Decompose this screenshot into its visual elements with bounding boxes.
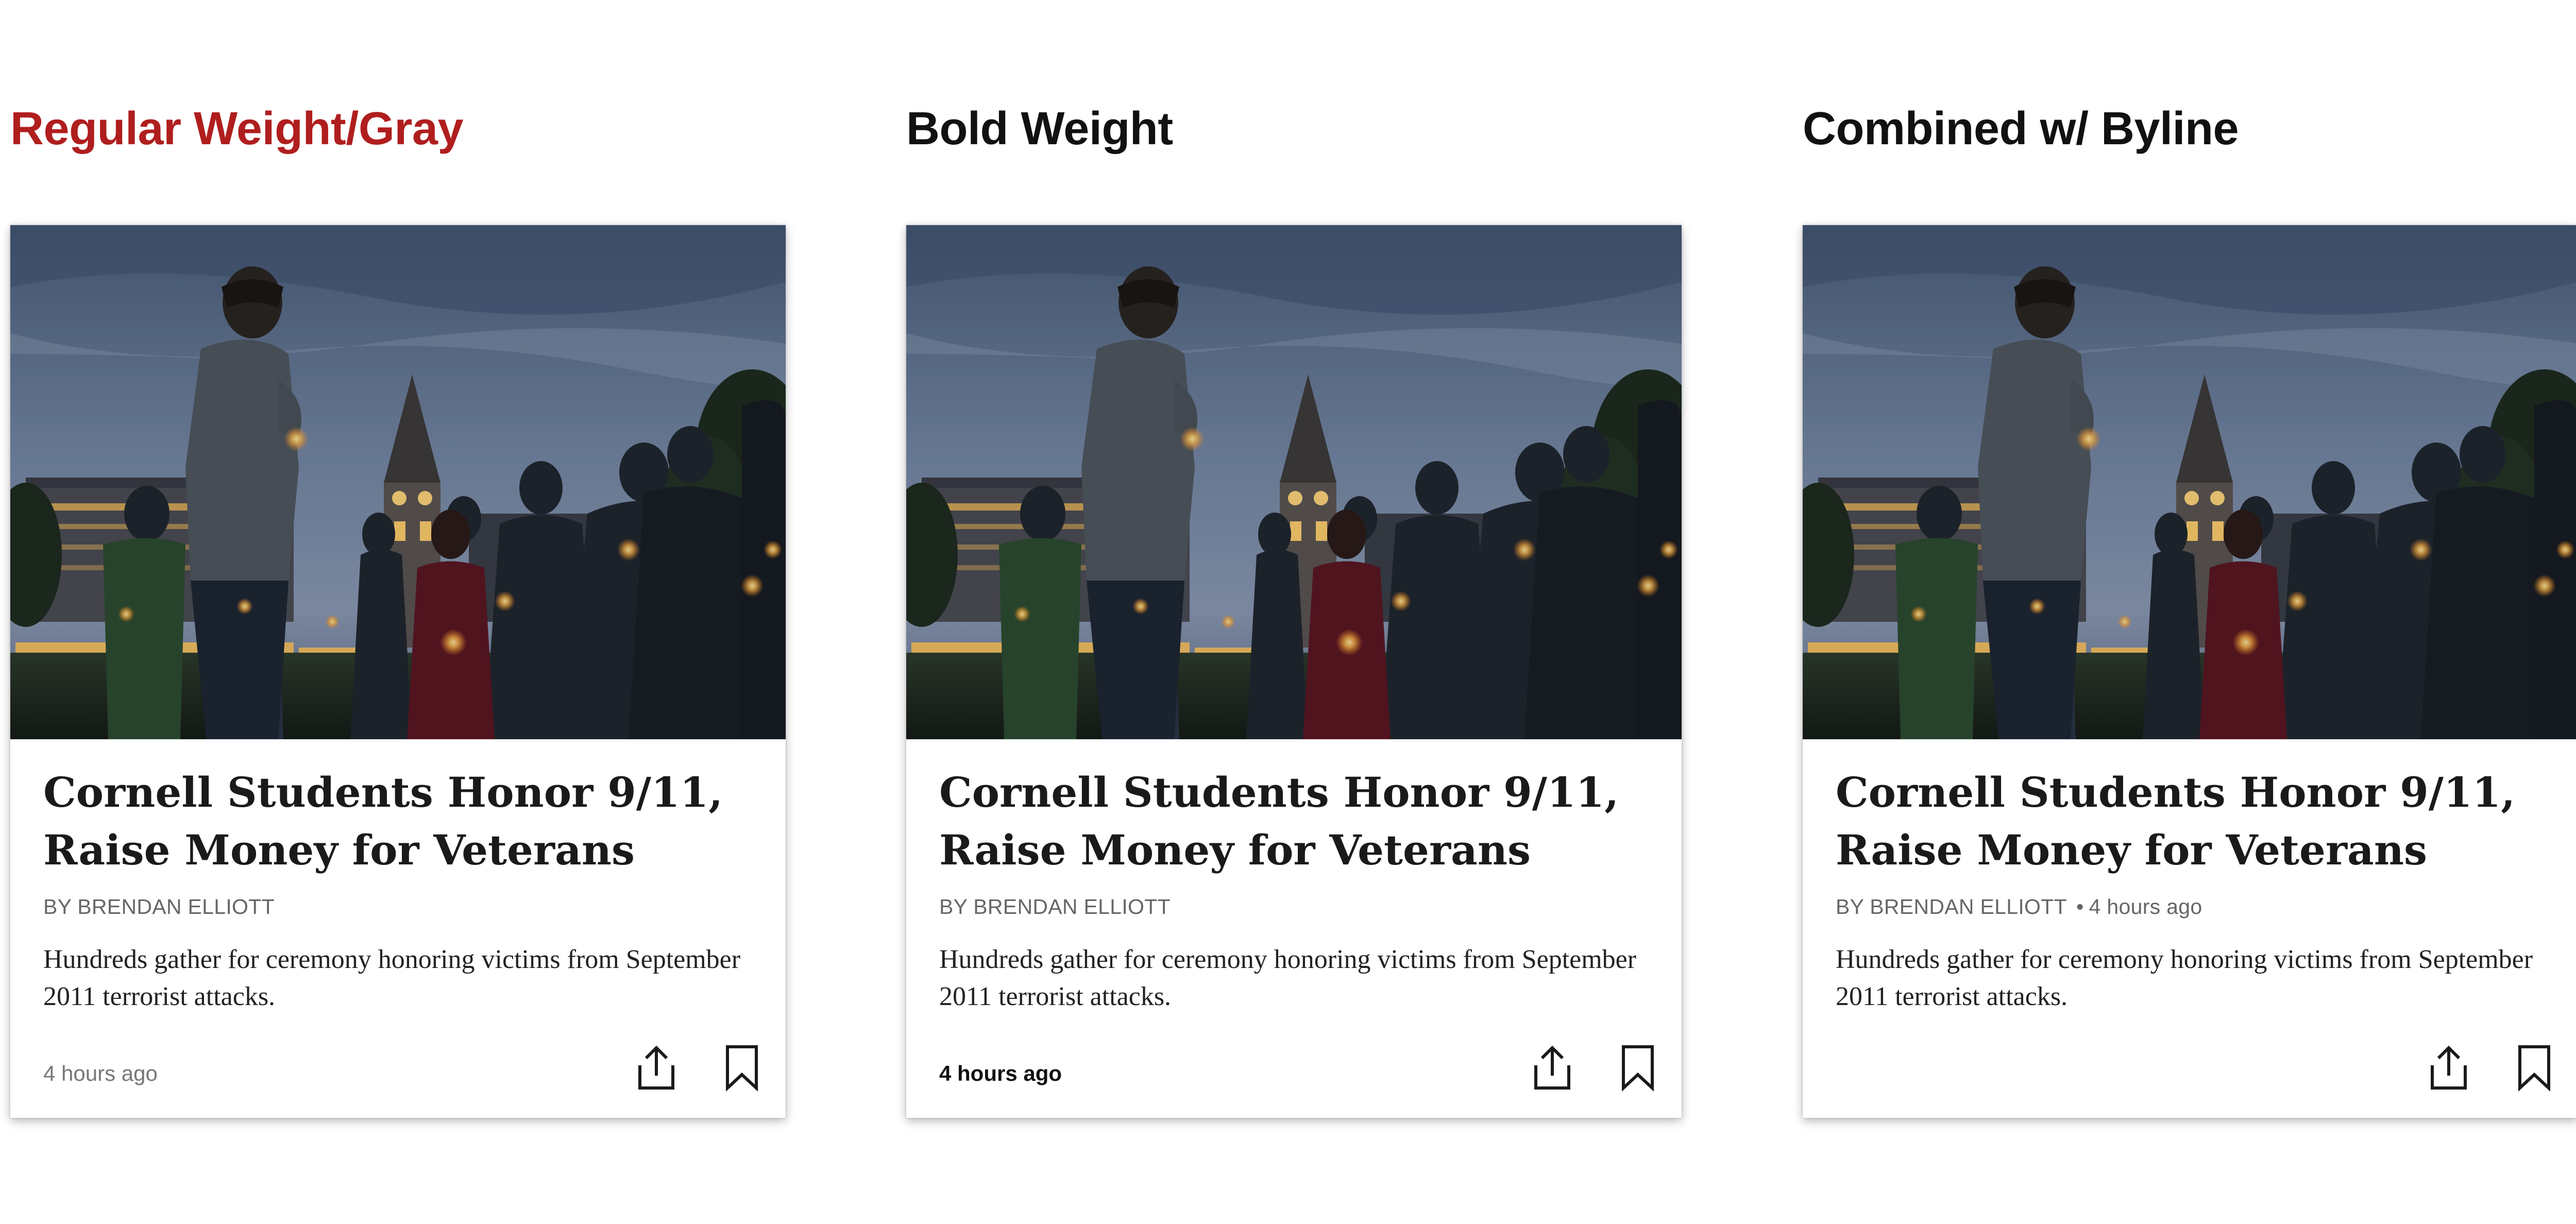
- byline-separator: •: [2076, 895, 2084, 919]
- variant-heading: Bold Weight: [906, 103, 1173, 155]
- bookmark-icon[interactable]: [1612, 1042, 1664, 1093]
- byline-author: BY BRENDAN ELLIOTT: [43, 895, 275, 919]
- share-icon[interactable]: [631, 1042, 682, 1093]
- variant-column-bold: Bold Weight Cornell Students Honor 9/11,…: [906, 0, 1682, 1224]
- variant-column-combined-byline: Combined w/ Byline Cornell Students Hono…: [1803, 0, 2576, 1224]
- article-dek: Hundreds gather for ceremony honoring vi…: [939, 945, 1637, 1011]
- byline: BY BRENDAN ELLIOTT: [43, 895, 275, 919]
- article-photo: [906, 225, 1682, 739]
- article-photo: [1803, 225, 2576, 739]
- share-icon[interactable]: [2423, 1042, 2475, 1093]
- variant-heading: Combined w/ Byline: [1803, 103, 2239, 155]
- variant-column-regular-gray: Regular Weight/Gray Cornell Students Hon…: [10, 0, 786, 1224]
- byline-time: 4 hours ago: [2089, 895, 2202, 919]
- article-dek: Hundreds gather for ceremony honoring vi…: [43, 945, 741, 1011]
- bookmark-icon[interactable]: [2509, 1042, 2560, 1093]
- article-photo: [10, 225, 786, 739]
- share-icon[interactable]: [1527, 1042, 1578, 1093]
- byline-author: BY BRENDAN ELLIOTT: [1836, 895, 2067, 919]
- article-headline[interactable]: Cornell Students Honor 9/11, Raise Money…: [43, 763, 754, 879]
- article-card[interactable]: Cornell Students Honor 9/11, Raise Money…: [906, 225, 1682, 1118]
- timestamp: 4 hours ago: [939, 1061, 1062, 1085]
- article-card[interactable]: Cornell Students Honor 9/11, Raise Money…: [1803, 225, 2576, 1118]
- article-headline[interactable]: Cornell Students Honor 9/11, Raise Money…: [939, 763, 1650, 879]
- article-headline[interactable]: Cornell Students Honor 9/11, Raise Money…: [1836, 763, 2547, 879]
- article-card[interactable]: Cornell Students Honor 9/11, Raise Money…: [10, 225, 786, 1118]
- article-dek: Hundreds gather for ceremony honoring vi…: [1836, 945, 2533, 1011]
- variant-heading: Regular Weight/Gray: [10, 103, 464, 155]
- bookmark-icon[interactable]: [716, 1042, 768, 1093]
- comparison-board: Regular Weight/Gray Cornell Students Hon…: [0, 0, 2576, 1224]
- byline: BY BRENDAN ELLIOTT • 4 hours ago: [1836, 895, 2202, 919]
- timestamp: 4 hours ago: [43, 1061, 158, 1085]
- byline: BY BRENDAN ELLIOTT: [939, 895, 1171, 919]
- byline-author: BY BRENDAN ELLIOTT: [939, 895, 1171, 919]
